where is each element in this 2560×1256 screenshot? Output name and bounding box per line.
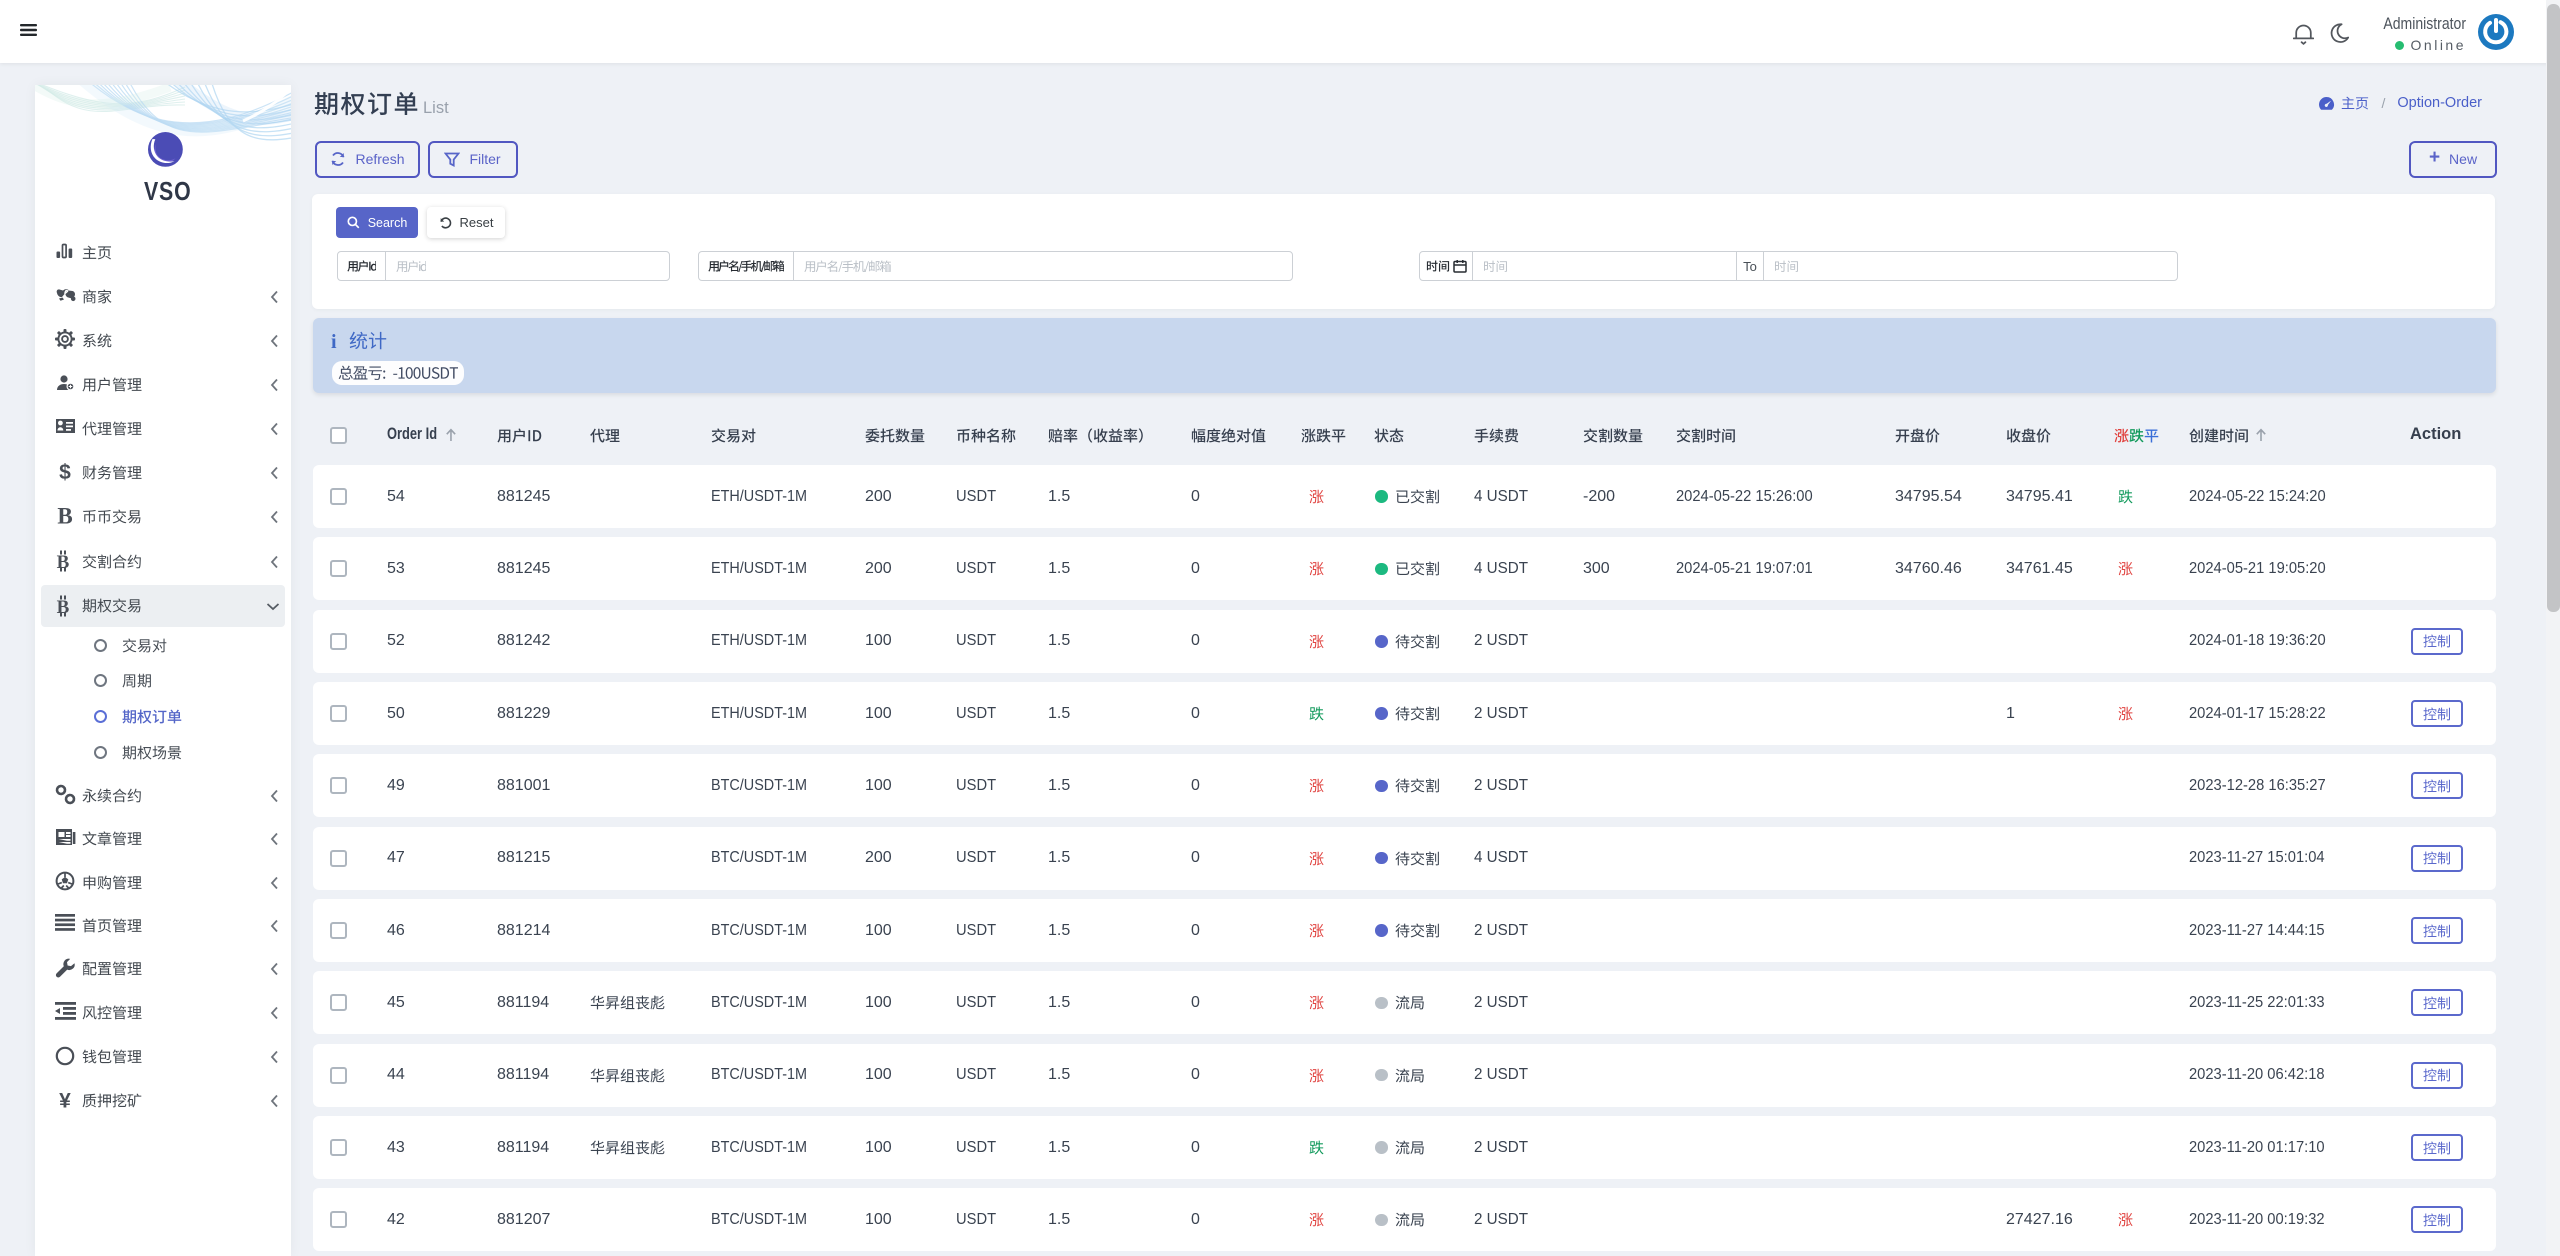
svg-text:B: B <box>57 597 70 617</box>
svg-text:B: B <box>57 506 72 528</box>
svg-text:$: $ <box>59 462 71 484</box>
svg-text:¥: ¥ <box>59 1090 71 1112</box>
svg-text:B: B <box>57 552 70 572</box>
